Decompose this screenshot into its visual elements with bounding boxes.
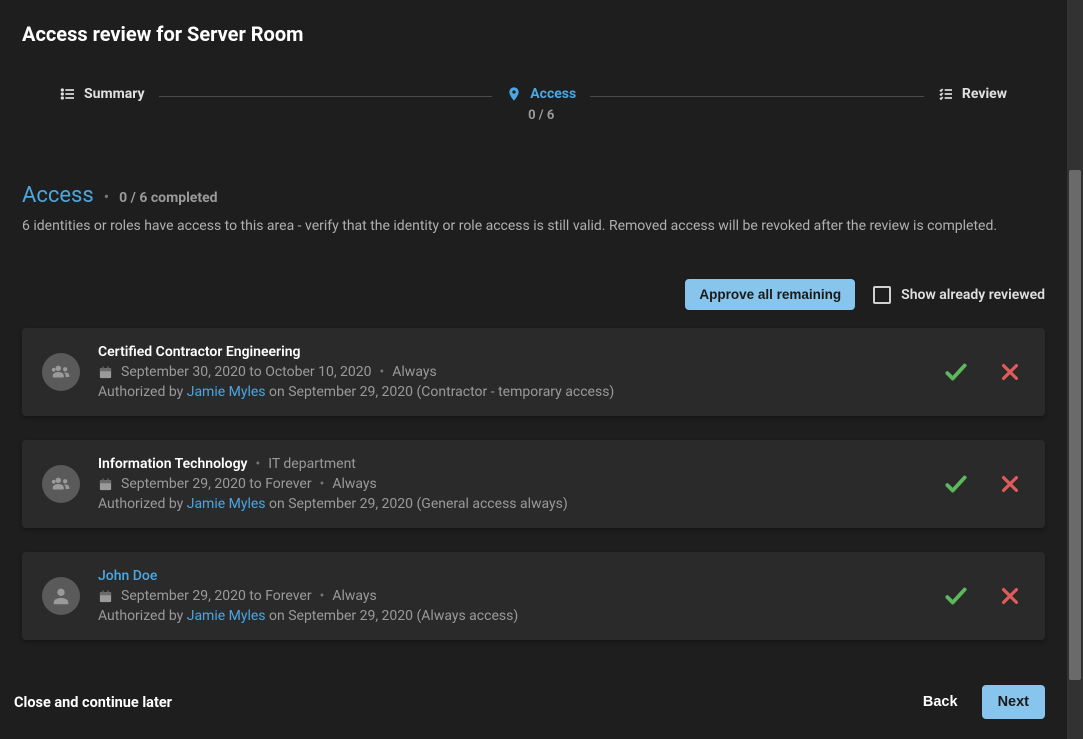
step-access-count: 0 / 6 [528,108,554,123]
page-title: Access review for Server Room [22,22,1045,46]
card-title: Certified Contractor Engineering [98,344,301,360]
card-schedule: September 30, 2020 to October 10, 2020•A… [98,364,921,380]
date-range: September 29, 2020 to Forever [121,588,312,604]
show-reviewed-toggle[interactable]: Show already reviewed [873,286,1045,304]
checklist-icon [938,86,954,102]
stepper-divider [590,96,924,97]
list-controls: Approve all remaining Show already revie… [0,237,1067,328]
step-access-label: Access [530,86,576,102]
frequency: Always [392,364,436,380]
checkbox-icon [873,286,891,304]
scrollbar[interactable] [1067,0,1083,739]
wizard-footer: Close and continue later Back Next [0,669,1067,739]
calendar-icon [98,365,113,380]
page-header: Access review for Server Room [0,0,1067,56]
approve-button[interactable] [939,579,973,613]
authorized-by-line: Authorized by Jamie Myles on September 2… [98,496,921,512]
date-range: September 29, 2020 to Forever [121,476,312,492]
approve-button[interactable] [939,355,973,389]
card-body: Certified Contractor Engineering Septembe… [98,344,921,400]
stepper-divider [159,96,493,97]
card-actions [939,467,1025,501]
step-review[interactable]: Review [938,86,1007,102]
step-access[interactable]: Access [506,86,576,102]
access-card: John Doe September 29, 2020 to Forever•Al… [22,552,1045,640]
show-reviewed-label: Show already reviewed [901,287,1045,303]
close-later-button[interactable]: Close and continue later [14,694,172,711]
card-body: John Doe September 29, 2020 to Forever•Al… [98,568,921,624]
section-description: 6 identities or roles have access to thi… [22,216,1045,237]
section-completed-count: 0 / 6 completed [119,190,217,206]
calendar-icon [98,589,113,604]
access-list: Certified Contractor Engineering Septembe… [0,328,1067,650]
step-summary-label: Summary [84,86,145,102]
card-schedule: September 29, 2020 to Forever•Always [98,588,921,604]
approve-all-button[interactable]: Approve all remaining [685,279,855,310]
main-scroll[interactable]: Access review for Server Room Summary Ac… [0,0,1067,739]
card-schedule: September 29, 2020 to Forever•Always [98,476,921,492]
person-icon [42,577,80,615]
card-subtitle: IT department [268,456,356,472]
card-title[interactable]: John Doe [98,568,157,584]
list-icon [60,86,76,102]
group-icon [42,353,80,391]
step-review-label: Review [962,86,1007,102]
authorized-by-link[interactable]: Jamie Myles [187,608,266,624]
back-button[interactable]: Back [923,694,958,710]
next-button[interactable]: Next [982,685,1045,719]
wizard-stepper: Summary Access 0 / 6 Review [0,56,1067,133]
card-actions [939,355,1025,389]
authorized-by-line: Authorized by Jamie Myles on September 2… [98,608,921,624]
date-range: September 30, 2020 to October 10, 2020 [121,364,372,380]
access-section: Access • 0 / 6 completed 6 identities or… [0,133,1067,237]
reject-button[interactable] [995,579,1025,613]
card-actions [939,579,1025,613]
card-title: Information Technology [98,456,248,472]
scrollbar-thumb[interactable] [1069,170,1081,680]
calendar-icon [98,477,113,492]
approve-button[interactable] [939,467,973,501]
frequency: Always [332,588,376,604]
reject-button[interactable] [995,467,1025,501]
frequency: Always [332,476,376,492]
pin-icon [506,86,522,102]
reject-button[interactable] [995,355,1025,389]
card-body: Information Technology•IT departmentSept… [98,456,921,512]
step-summary[interactable]: Summary [60,86,145,102]
section-title: Access [22,183,94,208]
authorized-by-link[interactable]: Jamie Myles [187,496,266,512]
access-card: Certified Contractor Engineering Septembe… [22,328,1045,416]
authorized-by-line: Authorized by Jamie Myles on September 2… [98,384,921,400]
access-card: Information Technology•IT departmentSept… [22,440,1045,528]
authorized-by-link[interactable]: Jamie Myles [187,384,266,400]
group-icon [42,465,80,503]
step-access-wrap: Access 0 / 6 [506,86,576,123]
